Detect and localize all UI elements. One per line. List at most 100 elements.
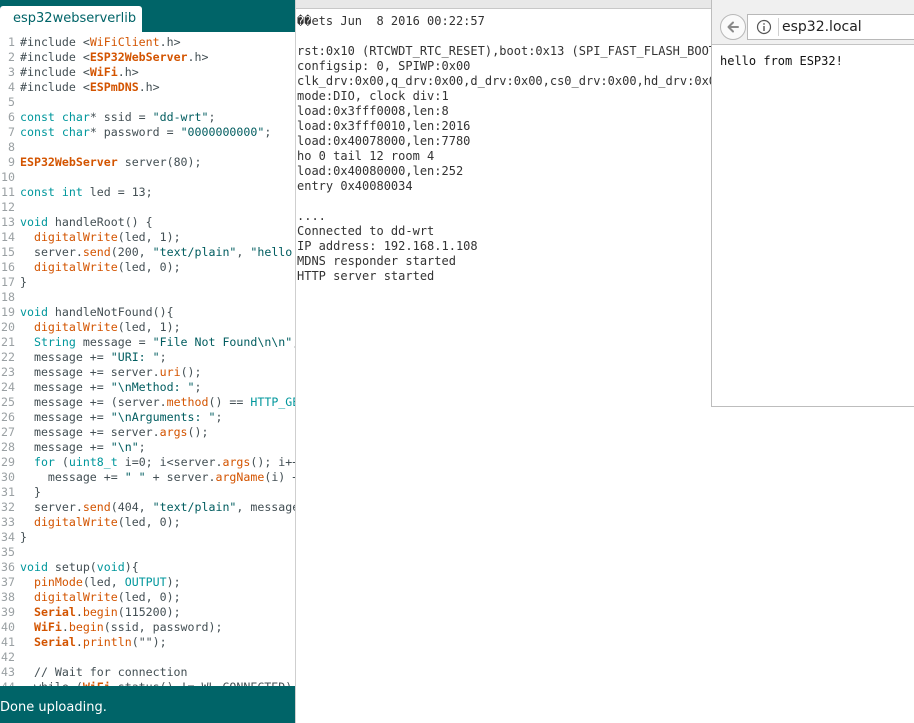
code-token: () == (208, 395, 251, 409)
code-token: (led, 0); (117, 515, 181, 529)
line-number: 7 (8, 125, 15, 139)
code-token: .h> (159, 35, 181, 49)
code-token: message += (server. (20, 395, 167, 409)
code-line: 40 WiFi.begin(ssid, password); (0, 620, 298, 635)
code-token: "File Not Found\n\n" (152, 335, 293, 349)
serial-line: Connected to dd-wrt (297, 224, 435, 238)
code-token: . (75, 605, 83, 619)
code-token: println (82, 635, 132, 649)
code-line: 2 #include <ESP32WebServer.h> (0, 50, 298, 65)
code-line: 1 #include <WiFiClient.h> (0, 35, 298, 50)
sketch-tab[interactable]: esp32webserverlib (0, 6, 142, 32)
serial-line: ho 0 tail 12 room 4 (297, 149, 435, 163)
back-button[interactable] (720, 14, 746, 40)
code-token: (led, (82, 575, 125, 589)
line-number: 8 (8, 140, 15, 154)
code-token: (); (187, 425, 209, 439)
code-token: , (236, 245, 251, 259)
arrow-left-icon (727, 21, 739, 33)
line-number: 26 (1, 410, 15, 424)
code-line: 3 #include <WiFi.h> (0, 65, 298, 80)
info-circle-icon[interactable] (756, 19, 772, 35)
code-token: void (20, 560, 48, 574)
code-line: 24 message += "\nMethod: "; (0, 380, 298, 395)
line-number: 17 (1, 275, 15, 289)
code-line: 37 pinMode(led, OUTPUT); (0, 575, 298, 590)
code-token: String (33, 335, 76, 349)
code-line: 39 Serial.begin(115200); (0, 605, 298, 620)
code-token: OUTPUT (124, 575, 167, 589)
code-token: uint8_t (68, 455, 118, 469)
code-line: 33 digitalWrite(led, 0); (0, 515, 298, 530)
line-number: 41 (1, 635, 15, 649)
line-number: 24 (1, 380, 15, 394)
code-token: server. (20, 500, 83, 514)
code-token: const char (20, 110, 90, 124)
code-token: digitalWrite (33, 590, 118, 604)
code-token: . (61, 620, 69, 634)
code-token: "\n" (110, 440, 139, 454)
serial-line: load:0x3fff0008,len:8 (297, 104, 449, 118)
code-token: message += (20, 470, 125, 484)
line-number: 9 (8, 155, 15, 169)
code-token: handleNotFound(){ (47, 305, 174, 319)
code-token: digitalWrite (33, 320, 118, 334)
code-token: args (159, 425, 188, 439)
code-token: "0000000000" (180, 125, 265, 139)
code-line: 14 digitalWrite(led, 1); (0, 230, 298, 245)
code-line: 18 (0, 290, 298, 305)
code-token: led = 13; (82, 185, 153, 199)
code-token: setup( (47, 560, 97, 574)
code-token: HTTP_GET (250, 395, 298, 409)
code-token: i=0; i<server. (117, 455, 223, 469)
serial-line: load:0x40078000,len:7780 (297, 134, 471, 148)
arduino-ide-window: esp32webserverlib 1 #include <WiFiClient.… (0, 0, 298, 723)
code-token: #include < (20, 80, 90, 94)
code-token: (115200); (117, 605, 181, 619)
code-token: // Wait for connection (20, 665, 188, 679)
code-token: ){ (124, 560, 139, 574)
line-number: 31 (1, 485, 15, 499)
code-editor[interactable]: 1 #include <WiFiClient.h> 2 #include <ESP32… (0, 32, 298, 686)
code-token: server(80); (117, 155, 202, 169)
url-bar[interactable]: esp32.local (747, 14, 914, 40)
serial-line: HTTP server started (297, 269, 435, 283)
line-number: 21 (1, 335, 15, 349)
code-line: 22 message += "URI: "; (0, 350, 298, 365)
code-token: WiFi (33, 620, 62, 634)
code-token: (ssid, password); (103, 620, 223, 634)
code-token: pinMode (33, 575, 83, 589)
code-token: .h> (138, 80, 160, 94)
line-number: 11 (1, 185, 15, 199)
code-token: server. (20, 245, 83, 259)
url-text[interactable]: esp32.local (782, 18, 862, 36)
line-number: 16 (1, 260, 15, 274)
code-token: digitalWrite (33, 230, 118, 244)
code-line: 19 void handleNotFound(){ (0, 305, 298, 320)
code-token: "text/plain" (152, 245, 237, 259)
line-number: 10 (1, 170, 15, 184)
code-line: 23 message += server.uri(); (0, 365, 298, 380)
code-line: 6 const char* ssid = "dd-wrt"; (0, 110, 298, 125)
line-number: 33 (1, 515, 15, 529)
code-token: for (33, 455, 55, 469)
browser-toolbar: esp32.local (712, 0, 914, 45)
code-token: " " (124, 470, 146, 484)
code-line: 7 const char* password = "0000000000"; (0, 125, 298, 140)
line-number: 29 (1, 455, 15, 469)
code-token: "hello from esp32!" (250, 245, 293, 259)
code-token: message += (20, 410, 111, 424)
line-number: 35 (1, 545, 15, 559)
code-token: ESP32WebServer (89, 50, 188, 64)
code-line: 16 digitalWrite(led, 0); (0, 260, 298, 275)
code-token: digitalWrite (33, 515, 118, 529)
code-token: argName (215, 470, 265, 484)
code-token: "URI: " (110, 350, 160, 364)
code-line: 35 (0, 545, 298, 560)
serial-line: rst:0x10 (RTCWDT_RTC_RESET),boot:0x13 (S… (297, 44, 724, 58)
line-number: 30 (1, 470, 15, 484)
